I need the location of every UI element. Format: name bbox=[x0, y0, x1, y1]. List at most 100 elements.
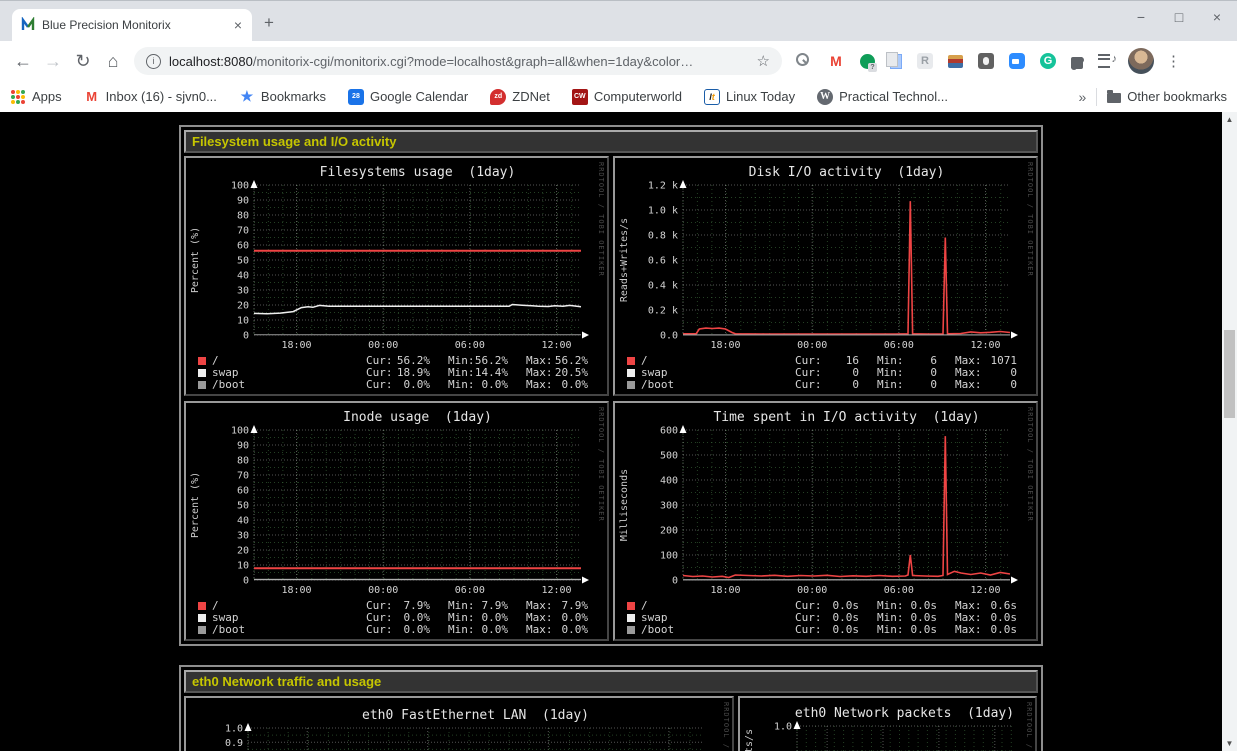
books-extension-icon[interactable] bbox=[948, 55, 963, 68]
scrollbar-thumb[interactable] bbox=[1224, 330, 1235, 418]
apps-icon bbox=[10, 89, 26, 105]
svg-text:0.0s: 0.0s bbox=[911, 623, 938, 636]
notes-extension-icon[interactable] bbox=[978, 53, 994, 69]
svg-text:90: 90 bbox=[237, 196, 249, 207]
grammarly-extension-icon[interactable]: G bbox=[1040, 53, 1056, 69]
svg-text:500: 500 bbox=[660, 451, 678, 462]
svg-text:12:00: 12:00 bbox=[970, 340, 1000, 351]
copy-pages-extension-icon[interactable] bbox=[890, 54, 902, 69]
tab-close-icon[interactable]: × bbox=[232, 18, 244, 32]
tab-strip: Blue Precision Monitorix × + − □ × bbox=[0, 0, 1237, 41]
calendar-icon: 28 bbox=[348, 89, 364, 105]
svg-text:18:00: 18:00 bbox=[710, 340, 740, 351]
svg-text:80: 80 bbox=[237, 211, 249, 222]
zoom-extension-icon[interactable] bbox=[1009, 53, 1025, 69]
svg-text:Cur:: Cur: bbox=[366, 623, 393, 636]
bookmark-linux-today[interactable]: lt Linux Today bbox=[704, 89, 795, 105]
bookmark-computerworld[interactable]: CWComputerworld bbox=[572, 89, 682, 105]
svg-text:300: 300 bbox=[660, 501, 678, 512]
svg-text:eth0 FastEthernet LAN (1day): eth0 FastEthernet LAN (1day) bbox=[362, 708, 589, 723]
svg-text:60: 60 bbox=[237, 486, 249, 497]
svg-text:200: 200 bbox=[660, 526, 678, 537]
url-path: /monitorix-cgi/monitorix.cgi?mode=localh… bbox=[253, 54, 693, 69]
extensions-puzzle-icon[interactable] bbox=[1071, 57, 1083, 69]
bookmark-practical-technol[interactable]: WPractical Technol... bbox=[817, 89, 948, 105]
browser-window: Blue Precision Monitorix × + − □ × ← → ↻… bbox=[0, 0, 1237, 751]
bookmark-label: ZDNet bbox=[512, 89, 550, 104]
back-button[interactable]: ← bbox=[8, 51, 38, 72]
svg-text:70: 70 bbox=[237, 226, 249, 237]
graph-panel-eth0-traffic[interactable]: 1.00.90.80.70.60.50.40.30.20.10.0eth0 Fa… bbox=[184, 696, 734, 751]
svg-text:30: 30 bbox=[237, 531, 249, 542]
other-bookmarks-button[interactable]: Other bookmarks bbox=[1127, 89, 1227, 104]
graph-panel-inode-usage[interactable]: 100908070605040302010018:0000:0006:0012:… bbox=[184, 401, 609, 641]
svg-text:50: 50 bbox=[237, 256, 249, 267]
bookmark-apps[interactable]: Apps bbox=[10, 89, 62, 105]
bookmark-label: Linux Today bbox=[726, 89, 795, 104]
bookmark-star-icon[interactable]: ☆ bbox=[757, 52, 770, 70]
svg-text:12:00: 12:00 bbox=[970, 585, 1000, 596]
svg-text:Max:: Max: bbox=[955, 623, 982, 636]
svg-text:/boot: /boot bbox=[212, 378, 245, 391]
svg-text:18:00: 18:00 bbox=[281, 340, 311, 351]
svg-text:Inode usage (1day): Inode usage (1day) bbox=[343, 410, 492, 425]
scroll-down-icon[interactable]: ▼ bbox=[1222, 736, 1237, 751]
svg-text:Max:: Max: bbox=[526, 623, 553, 636]
forward-button[interactable]: → bbox=[38, 51, 68, 72]
r-extension-icon[interactable]: R bbox=[917, 53, 933, 69]
graph-panel-eth0-packets[interactable]: 1.00.50.0eth0 Network packets (1day)Pack… bbox=[738, 696, 1037, 751]
bookmark-zdnet[interactable]: zdZDNet bbox=[490, 89, 550, 105]
playlist-icon[interactable] bbox=[1098, 54, 1110, 68]
svg-text:/boot: /boot bbox=[212, 623, 245, 636]
svg-text:40: 40 bbox=[237, 271, 249, 282]
bookmarks-overflow-icon[interactable]: » bbox=[1079, 89, 1087, 105]
bookmark-inbox-16-sjvn0[interactable]: MInbox (16) - sjvn0... bbox=[84, 89, 217, 105]
graph-panel-disk-io-activity[interactable]: 1.2 k1.0 k0.8 k0.6 k0.4 k0.2 k0.018:0000… bbox=[613, 156, 1038, 396]
new-tab-button[interactable]: + bbox=[264, 13, 274, 33]
svg-text:/boot: /boot bbox=[641, 623, 674, 636]
svg-text:Percent (%): Percent (%) bbox=[190, 472, 201, 538]
svg-text:600: 600 bbox=[660, 426, 678, 437]
reload-button[interactable]: ↻ bbox=[68, 51, 98, 72]
section-network: eth0 Network traffic and usage 1.00.90.8… bbox=[179, 665, 1043, 751]
svg-text:100: 100 bbox=[231, 426, 249, 437]
bookmarks-divider bbox=[1096, 88, 1097, 106]
browser-menu-icon[interactable]: ⋮ bbox=[1166, 52, 1181, 70]
svg-text:0.0%: 0.0% bbox=[562, 623, 589, 636]
search-extension-icon[interactable] bbox=[796, 53, 809, 66]
bookmark-bookmarks[interactable]: ★Bookmarks bbox=[239, 89, 326, 105]
browser-tab[interactable]: Blue Precision Monitorix × bbox=[12, 9, 252, 41]
svg-text:06:00: 06:00 bbox=[455, 585, 485, 596]
window-close-button[interactable]: × bbox=[1209, 9, 1225, 25]
bookmark-google-calendar[interactable]: 28Google Calendar bbox=[348, 89, 468, 105]
maximize-button[interactable]: □ bbox=[1171, 9, 1187, 25]
svg-text:0.0%: 0.0% bbox=[404, 623, 431, 636]
rrdtool-watermark: RRDTOOL / TOBI OETIKER bbox=[1025, 702, 1033, 751]
graph-grid: 1.00.90.80.70.60.50.40.30.20.10.0eth0 Fa… bbox=[184, 696, 1038, 751]
svg-text:0: 0 bbox=[1010, 378, 1017, 391]
svg-text:Filesystems usage (1day): Filesystems usage (1day) bbox=[320, 165, 516, 180]
page-scrollbar[interactable]: ▲ ▼ bbox=[1222, 112, 1237, 751]
lt-icon: lt bbox=[704, 89, 720, 105]
graph-panel-time-spent-io[interactable]: 600500400300200100018:0000:0006:0012:00T… bbox=[613, 401, 1038, 641]
rrdtool-watermark: RRDTOOL / TOBI OETIKER bbox=[597, 162, 605, 277]
url-bar[interactable]: i localhost:8080/monitorix-cgi/monitorix… bbox=[134, 47, 782, 75]
window-controls: − □ × bbox=[1133, 9, 1225, 25]
voice-extension-icon[interactable] bbox=[860, 54, 875, 69]
page-info-icon[interactable]: i bbox=[146, 54, 161, 69]
svg-text:/boot: /boot bbox=[641, 378, 674, 391]
svg-text:Min:: Min: bbox=[448, 378, 475, 391]
bookmarks-bar: Apps MInbox (16) - sjvn0... ★Bookmarks 28Go… bbox=[0, 81, 1237, 113]
scroll-up-icon[interactable]: ▲ bbox=[1222, 112, 1237, 127]
gmail-extension-icon[interactable]: M bbox=[827, 52, 845, 70]
graph-panel-filesystems-usage[interactable]: 100908070605040302010018:0000:0006:0012:… bbox=[184, 156, 609, 396]
svg-text:Cur:: Cur: bbox=[366, 378, 393, 391]
svg-text:0.0%: 0.0% bbox=[482, 623, 509, 636]
svg-text:18:00: 18:00 bbox=[281, 585, 311, 596]
minimize-button[interactable]: − bbox=[1133, 9, 1149, 25]
svg-text:Packets/s: Packets/s bbox=[744, 729, 755, 751]
profile-avatar[interactable] bbox=[1128, 48, 1154, 74]
svg-text:80: 80 bbox=[237, 456, 249, 467]
svg-text:50: 50 bbox=[237, 501, 249, 512]
home-button[interactable]: ⌂ bbox=[98, 51, 128, 72]
